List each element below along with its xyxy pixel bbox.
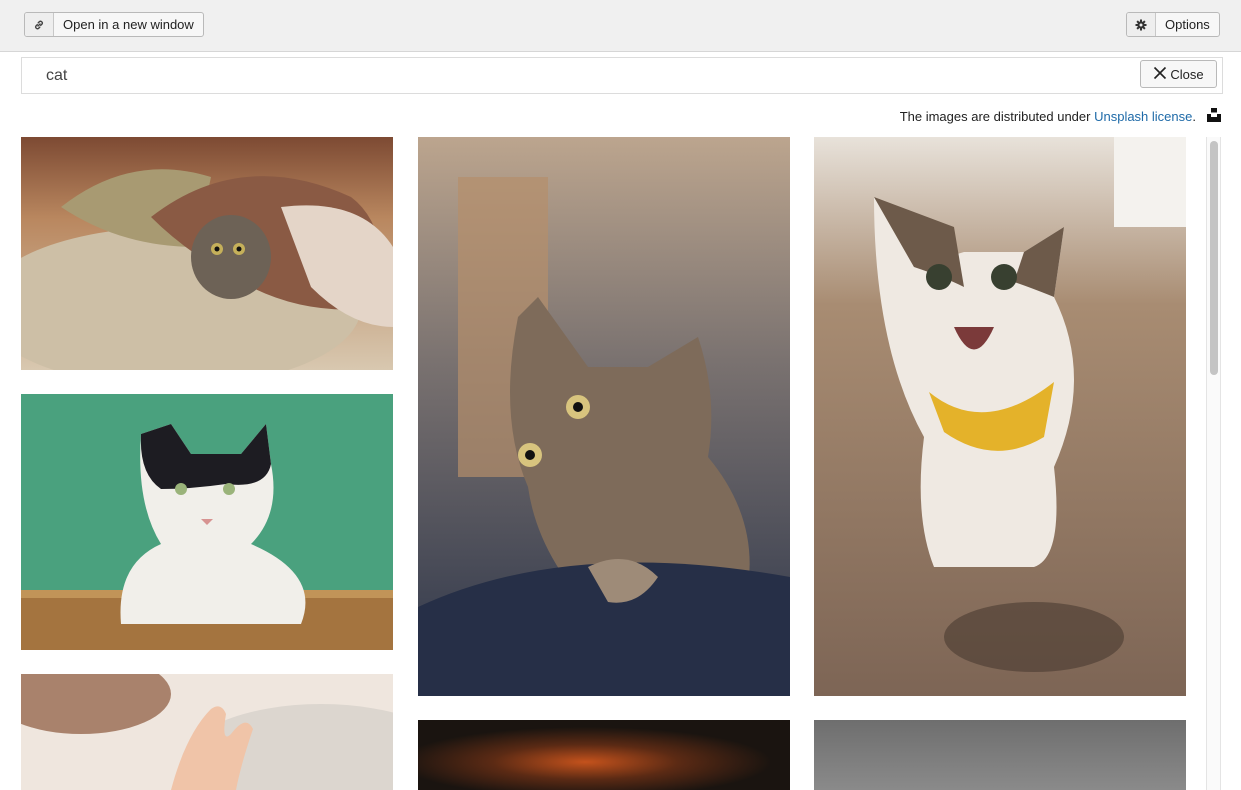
- search-bar: Close: [21, 57, 1223, 94]
- image-result-4[interactable]: [418, 137, 790, 696]
- tabby-cat-looking-up-photo: [418, 137, 790, 696]
- options-button[interactable]: Options: [1126, 12, 1220, 37]
- happy-cat-bandana-photo: [814, 137, 1186, 696]
- unsplash-logo-icon[interactable]: [1207, 108, 1221, 127]
- dark-blurred-photo: [418, 720, 790, 790]
- close-button[interactable]: Close: [1140, 60, 1217, 88]
- image-result-6[interactable]: [814, 137, 1186, 696]
- image-result-2[interactable]: [21, 394, 393, 650]
- license-notice: The images are distributed under Unsplas…: [900, 109, 1196, 124]
- options-label: Options: [1165, 17, 1210, 32]
- cat-under-blanket-photo: [21, 137, 393, 370]
- grey-photo: [814, 720, 1186, 790]
- gear-icon: [1127, 13, 1156, 36]
- link-icon: [25, 13, 54, 36]
- open-in-new-window-button[interactable]: Open in a new window: [24, 12, 204, 37]
- close-label: Close: [1170, 66, 1204, 82]
- image-result-7[interactable]: [814, 720, 1186, 790]
- license-prefix: The images are distributed under: [899, 109, 1095, 124]
- search-input[interactable]: [46, 64, 1126, 88]
- black-white-cat-photo: [21, 394, 393, 650]
- close-icon: [1153, 66, 1167, 83]
- image-result-5[interactable]: [418, 720, 790, 790]
- image-result-1[interactable]: [21, 137, 393, 370]
- hand-with-cat-photo: [21, 674, 393, 790]
- unsplash-license-link[interactable]: Unsplash license: [1094, 109, 1192, 124]
- results-scrollbar[interactable]: [1206, 137, 1221, 790]
- scrollbar-thumb[interactable]: [1210, 141, 1218, 375]
- top-toolbar: Open in a new window Options: [0, 0, 1241, 52]
- image-result-3[interactable]: [21, 674, 393, 790]
- open-in-new-window-label: Open in a new window: [63, 17, 194, 32]
- license-suffix: .: [1192, 109, 1196, 124]
